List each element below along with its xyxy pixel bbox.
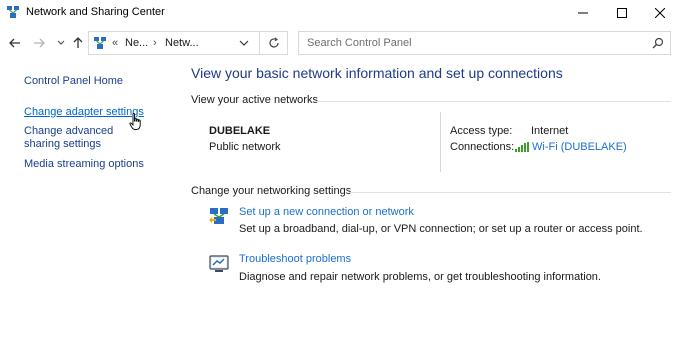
network-name: DUBELAKE: [209, 125, 271, 137]
setup-connection-link[interactable]: Set up a new connection or network: [239, 206, 414, 218]
page-title: View your basic network information and …: [191, 65, 563, 81]
address-bar[interactable]: « Ne... › Netw...: [88, 31, 288, 55]
change-advanced-sharing-link[interactable]: Change advanced sharing settings: [24, 125, 144, 151]
up-arrow-icon: [73, 37, 83, 48]
forward-button[interactable]: [30, 33, 48, 53]
close-button[interactable]: [640, 0, 680, 26]
search-box[interactable]: Search Control Panel: [298, 31, 671, 55]
forward-arrow-icon: [34, 38, 45, 48]
divider: [314, 101, 671, 102]
control-panel-home-link[interactable]: Control Panel Home: [24, 75, 123, 88]
hand-cursor-icon: [129, 113, 141, 130]
breadcrumb-network-internet[interactable]: Ne...: [125, 37, 148, 49]
wifi-connection-link[interactable]: Wi-Fi (DUBELAKE): [532, 141, 627, 153]
troubleshoot-link[interactable]: Troubleshoot problems: [239, 253, 351, 265]
title-bar: Network and Sharing Center: [0, 0, 680, 26]
maximize-icon: [617, 8, 627, 18]
window-title: Network and Sharing Center: [26, 6, 165, 18]
network-type: Public network: [209, 141, 281, 153]
network-center-icon: [94, 37, 106, 49]
chevron-down-icon: [57, 40, 65, 45]
connections-label: Connections:: [450, 141, 515, 153]
chevron-down-icon: [239, 40, 249, 46]
setup-connection-description: Set up a broadband, dial-up, or VPN conn…: [239, 223, 643, 235]
troubleshoot-icon: [209, 255, 229, 272]
address-dropdown-button[interactable]: [239, 38, 249, 50]
divider: [440, 112, 441, 172]
wifi-signal-icon: [515, 142, 529, 152]
media-streaming-options-link[interactable]: Media streaming options: [24, 158, 144, 171]
change-adapter-settings-link[interactable]: Change adapter settings: [24, 106, 144, 119]
back-arrow-icon: [9, 38, 20, 48]
active-networks-header: View your active networks: [191, 94, 318, 106]
breadcrumb-network-sharing[interactable]: Netw...: [165, 37, 199, 49]
access-type-label: Access type:: [450, 125, 513, 137]
back-button[interactable]: [6, 33, 24, 53]
new-connection-icon: [209, 208, 228, 224]
search-icon[interactable]: [652, 37, 664, 49]
recent-locations-button[interactable]: [54, 33, 68, 53]
up-button[interactable]: [70, 33, 86, 53]
minimize-icon: [578, 12, 588, 14]
breadcrumb-separator: ›: [153, 37, 157, 49]
network-center-icon: [7, 6, 19, 18]
divider: [350, 192, 671, 193]
minimize-button[interactable]: [563, 0, 603, 26]
refresh-icon: [268, 37, 279, 48]
close-icon: [655, 8, 665, 18]
address-overflow[interactable]: «: [112, 37, 118, 49]
change-settings-header: Change your networking settings: [191, 185, 352, 197]
refresh-button[interactable]: [259, 32, 287, 54]
access-type-value: Internet: [531, 125, 569, 137]
maximize-button[interactable]: [602, 0, 642, 26]
troubleshoot-description: Diagnose and repair network problems, or…: [239, 271, 601, 283]
search-input[interactable]: Search Control Panel: [307, 37, 412, 49]
